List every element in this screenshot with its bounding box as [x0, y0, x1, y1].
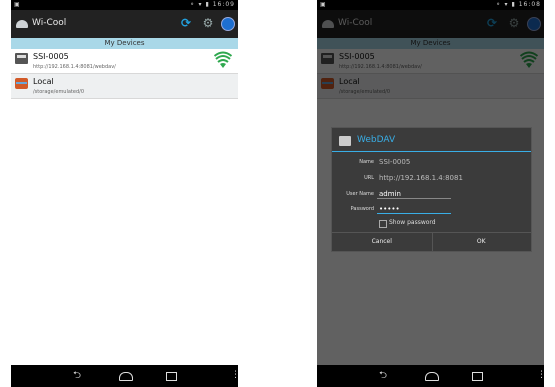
navigation-bar: ⮌ ⋮ [317, 365, 544, 387]
dialog-buttons: Cancel OK [332, 232, 531, 251]
url-label: URL [364, 175, 374, 181]
user-name-input[interactable] [377, 189, 451, 199]
name-label: Name [359, 159, 374, 165]
ok-button[interactable]: OK [432, 233, 532, 251]
drive-icon [15, 53, 28, 64]
clock: 16:09 [212, 1, 235, 8]
menu-icon[interactable]: ⋮ [231, 370, 238, 380]
device-path: /storage/emulated/0 [33, 89, 85, 95]
wifi-signal-icon [214, 51, 232, 68]
cloud-icon [16, 20, 28, 28]
action-bar: Wi-Cool ⟳ ⚙ [11, 10, 238, 38]
clock: 16:08 [518, 1, 541, 8]
show-password-label: Show password [389, 219, 436, 226]
menu-icon[interactable]: ⋮ [537, 370, 544, 380]
books-icon [15, 78, 28, 89]
app-title: Wi-Cool [32, 18, 67, 28]
user-name-label: User Name [346, 191, 374, 197]
back-icon[interactable]: ⮌ [379, 371, 387, 381]
password-label: Password [350, 206, 374, 212]
navigation-bar: ⮌ ⋮ [11, 365, 238, 387]
notification-icon: ▣ [320, 1, 326, 8]
title-divider [332, 151, 531, 152]
dialog-title: WebDAV [357, 135, 396, 145]
phone-screen-dialog: ▣ ⚬ ▾ ▮ 16:08 Wi-Cool ⟳ ⚙ My Devices SSI… [317, 0, 544, 387]
notification-icon: ▣ [14, 1, 20, 8]
recent-apps-icon[interactable] [472, 372, 483, 381]
refresh-icon[interactable]: ⟳ [179, 16, 193, 30]
status-icons: ⚬ ▾ ▮ [189, 1, 210, 8]
device-name: SSI-0005 [33, 52, 69, 61]
device-row-webdav[interactable]: SSI-0005 http://192.168.1.4:8081/webdav/ [11, 49, 238, 74]
device-path: http://192.168.1.4:8081/webdav/ [33, 64, 116, 70]
back-icon[interactable]: ⮌ [73, 371, 81, 381]
webdav-dialog: WebDAV Name SSI-0005 URL http://192.168.… [331, 127, 532, 252]
url-value: http://192.168.1.4:8081 [379, 174, 463, 182]
section-header: My Devices [11, 38, 238, 49]
device-name: Local [33, 77, 54, 86]
home-icon[interactable] [119, 372, 133, 381]
status-bar: ▣ ⚬ ▾ ▮ 16:08 [317, 0, 544, 10]
show-password-checkbox[interactable] [379, 220, 387, 228]
status-icons: ⚬ ▾ ▮ [495, 1, 516, 8]
device-row-local[interactable]: Local /storage/emulated/0 [11, 74, 238, 99]
cancel-button[interactable]: Cancel [332, 233, 433, 251]
globe-icon[interactable] [221, 17, 235, 31]
name-value: SSI-0005 [379, 158, 411, 166]
tools-icon[interactable]: ⚙ [201, 16, 215, 30]
home-icon[interactable] [425, 372, 439, 381]
recent-apps-icon[interactable] [166, 372, 177, 381]
drive-icon [339, 136, 351, 146]
status-bar: ▣ ⚬ ▾ ▮ 16:09 [11, 0, 238, 10]
phone-screen-main: ▣ ⚬ ▾ ▮ 16:09 Wi-Cool ⟳ ⚙ My Devices SSI… [11, 0, 238, 387]
password-input[interactable] [377, 204, 451, 214]
